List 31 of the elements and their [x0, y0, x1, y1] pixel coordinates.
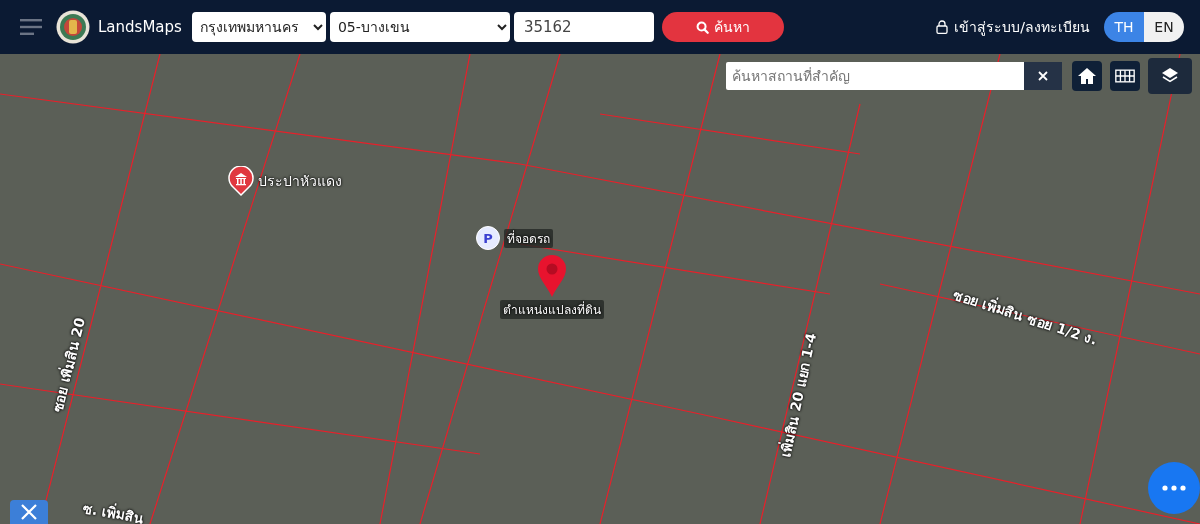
dots-icon — [1162, 485, 1186, 491]
road-label: เพิ่มสิน 20 แยก 1-4 — [776, 330, 821, 460]
clear-button[interactable] — [1024, 62, 1062, 90]
seal-logo-icon — [56, 10, 90, 44]
language-toggle[interactable]: TH — [1104, 12, 1144, 42]
grid-button[interactable] — [1110, 61, 1140, 91]
road-label: ซอย เพิ่มสิน 20 — [48, 315, 90, 415]
marker-label: ตำแหน่งแปลงที่ดิน — [500, 300, 604, 319]
layers-button[interactable] — [1148, 58, 1192, 94]
logo-text: LandsMaps — [98, 18, 182, 36]
login-link[interactable]: เข้าสู่ระบบ/ลงทะเบียน — [936, 16, 1090, 38]
parcel-number-field[interactable]: 35162 — [513, 12, 654, 42]
landmark-pin-icon[interactable] — [228, 166, 254, 196]
menu-icon[interactable] — [20, 19, 42, 35]
road-label: ซ. เพิ่มสิน — [80, 498, 146, 524]
home-button[interactable] — [1072, 61, 1102, 91]
cross-icon — [19, 502, 39, 522]
search-button[interactable]: ค้นหา — [661, 12, 784, 42]
lock-icon — [936, 20, 949, 34]
district-select[interactable]: 05-บางเขน — [329, 12, 510, 42]
place-search-field[interactable]: ค้นหาสถานที่สำคัญ — [726, 62, 1024, 90]
tools-button[interactable] — [10, 500, 48, 524]
language-toggle[interactable]: EN — [1144, 12, 1184, 42]
province-select[interactable]: กรุงเทพมหานคร — [191, 12, 326, 42]
marker-label: ที่จอดรถ — [504, 228, 553, 248]
more-button[interactable] — [1148, 462, 1200, 514]
close-icon — [1037, 70, 1049, 82]
search-icon — [695, 20, 709, 34]
marker-label: ประปาหัวแดง — [258, 172, 342, 191]
house-icon — [1077, 66, 1097, 86]
parking-marker[interactable]: P — [476, 226, 500, 250]
